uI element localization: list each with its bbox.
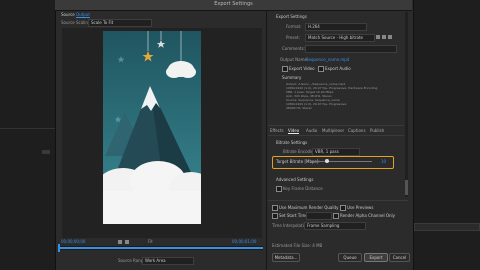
time-interpolation-value: Frame Sampling [307,223,340,228]
dialog-titlebar: Export Settings [55,0,412,11]
mark-in-icon[interactable] [118,240,122,244]
bitrate-settings-header[interactable]: Bitrate Settings [276,140,307,145]
export-audio-checkbox[interactable] [318,66,324,72]
preset-dropdown[interactable]: Match Source - High bitrate [305,34,375,42]
use-previews-checkbox[interactable] [340,205,346,211]
in-timecode[interactable]: 00;00;00;00 [61,239,85,244]
export-audio-label: Export Audio [325,66,351,71]
right-panel [412,0,480,270]
bitrate-encoding-value: VBR, 1 pass [315,149,339,154]
left-panel [0,0,55,270]
target-bitrate-slider-thumb[interactable] [325,159,329,163]
save-preset-icon[interactable] [376,35,380,39]
tab-publish[interactable]: Publish [370,128,384,133]
settings-scrollbar-thumb[interactable] [405,180,408,195]
bitrate-encoding-dropdown[interactable]: VBR, 1 pass [312,148,360,156]
right-panel-dropdown[interactable] [414,223,480,231]
export-settings-header[interactable]: Export Settings [276,14,307,19]
source-range-dropdown[interactable]: Work Area [142,257,194,265]
tab-effects[interactable]: Effects [270,128,284,133]
panel-control[interactable] [42,150,50,154]
target-bitrate-value[interactable]: 10 [381,159,386,164]
source-scaling-dropdown[interactable]: Scale To Fit [88,19,152,27]
split-divider [266,10,267,270]
source-range-value: Work Area [145,258,166,263]
out-timecode[interactable]: 00;00;01;00 [232,239,256,244]
format-dropdown[interactable]: H.264 [305,23,367,31]
mark-out-icon[interactable] [125,240,129,244]
preview-artwork [103,31,201,224]
format-label: Format: [286,24,302,29]
tab-video[interactable]: Video [288,128,300,134]
output-name-label: Output Name: [280,57,309,62]
fit-label[interactable]: Fit [148,239,153,244]
delete-preset-icon[interactable] [388,35,392,39]
mountain-illustration [103,31,201,224]
start-timecode-checkbox[interactable] [272,213,278,219]
format-value: H.264 [308,24,320,29]
tabs-divider-bottom [268,135,404,136]
tab-multiplexer[interactable]: Multiplexer [322,128,344,133]
work-area-range [58,247,263,249]
options-divider [268,200,408,201]
queue-button[interactable]: Queue [338,253,362,262]
tab-audio[interactable]: Audio [306,128,317,133]
advanced-settings-header[interactable]: Advanced Settings [276,177,313,182]
preset-label: Preset: [286,35,300,40]
summary-source-3: 48000 Hz, Stereo [286,106,313,110]
preset-value: Match Source - High bitrate [308,35,364,40]
max-render-quality-label: Use Maximum Render Quality [279,205,339,210]
key-frame-label: Key Frame Distance [283,186,323,191]
use-previews-label: Use Previews [347,205,374,210]
playhead[interactable] [58,244,60,252]
timeline-bar[interactable] [58,244,263,252]
settings-scrollbar[interactable] [405,12,408,197]
max-render-quality-checkbox[interactable] [272,205,278,211]
key-frame-checkbox[interactable] [276,186,282,192]
summary-text: Output: /Users/.../Sequence_name.mp4 108… [286,82,401,110]
summary-header[interactable]: Summary [282,75,301,80]
output-name-link[interactable]: Sequence_name.mp4 [306,57,349,62]
metadata-button[interactable]: Metadata... [272,253,300,262]
import-preset-icon[interactable] [382,35,386,39]
render-alpha-label: Render Alpha Channel Only [340,213,396,218]
estimated-file-size: Estimated File Size: 4 MB [272,243,323,248]
target-bitrate-slider[interactable] [312,159,372,163]
start-timecode-input[interactable] [306,212,332,220]
tabs-divider-top [268,125,404,126]
comments-label: Comments: [282,46,306,51]
comments-input[interactable] [305,45,397,53]
export-video-label: Export Video [289,66,315,71]
tab-output[interactable]: Output [76,12,90,18]
export-button[interactable]: Export [364,253,388,262]
export-video-checkbox[interactable] [282,66,288,72]
render-alpha-checkbox[interactable] [333,213,339,219]
tab-captions[interactable]: Captions [348,128,366,133]
source-scaling-value: Scale To Fit [91,20,114,25]
dialog-title: Export Settings [214,1,253,7]
cancel-button[interactable]: Cancel [389,253,410,262]
panel-divider [0,128,55,129]
time-interpolation-dropdown[interactable]: Frame Sampling [304,222,366,230]
tab-source[interactable]: Source [61,12,75,17]
